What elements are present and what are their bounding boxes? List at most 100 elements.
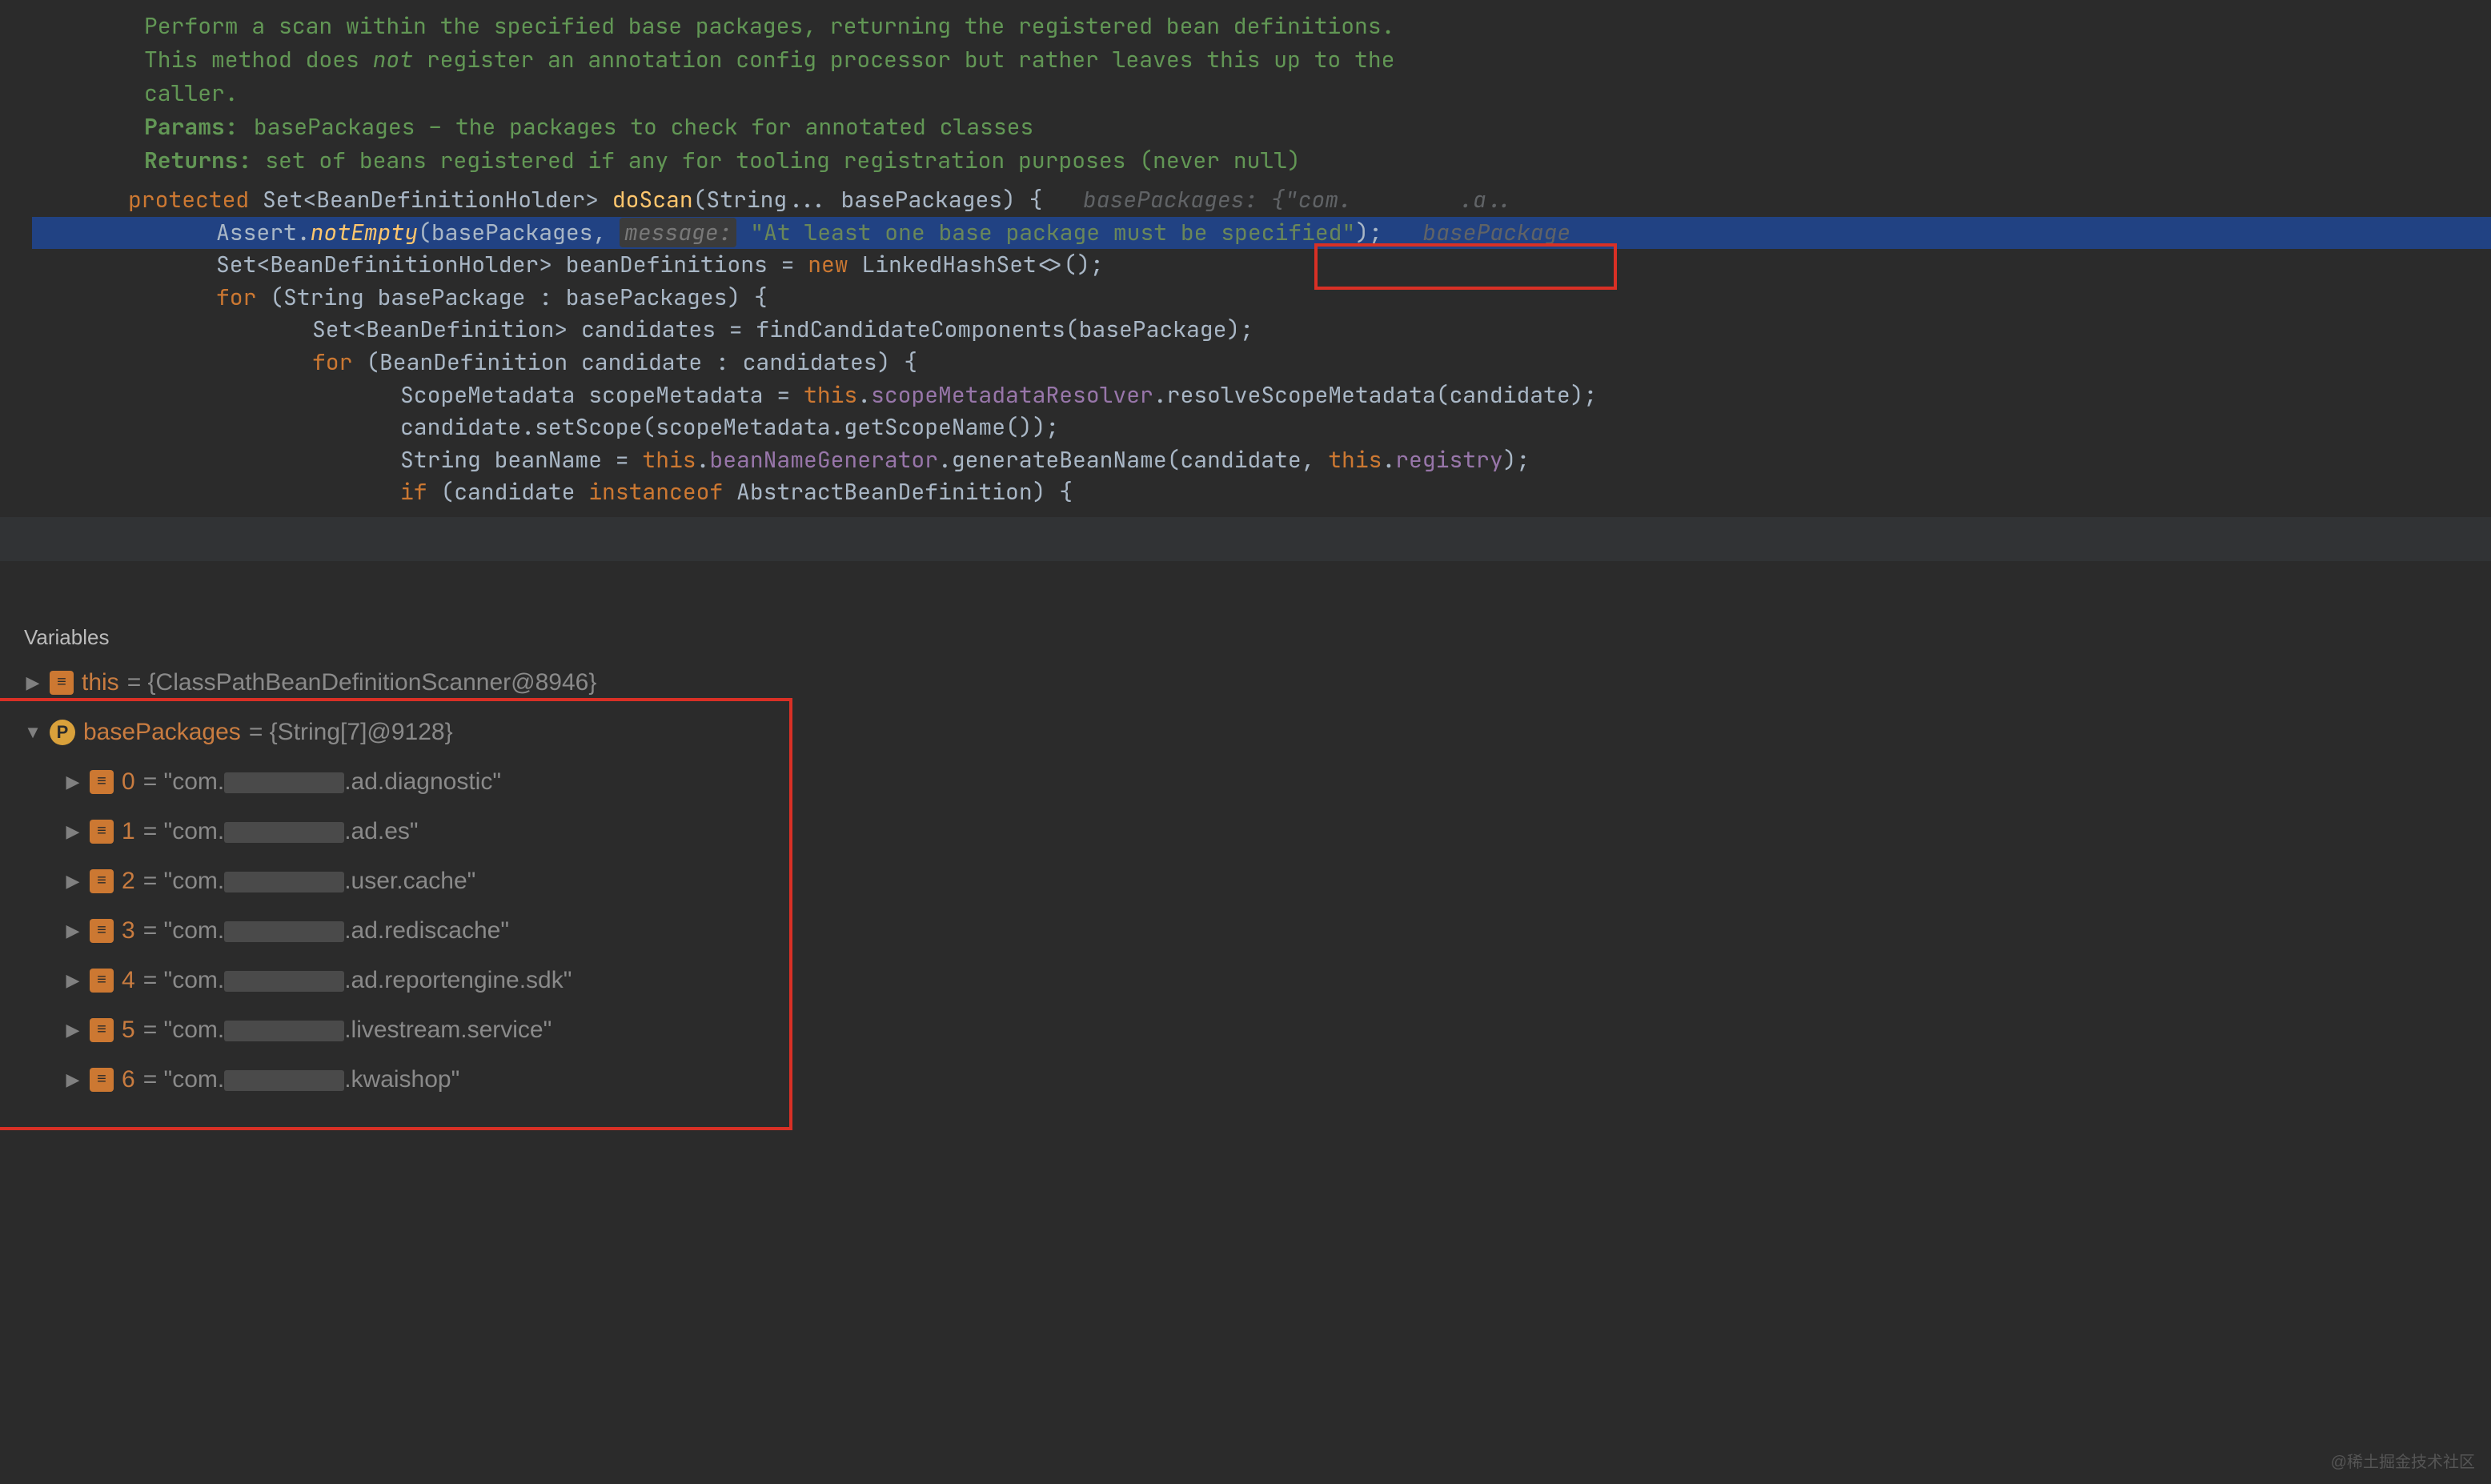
text: . bbox=[1382, 445, 1395, 475]
text: candidate.setScope(scopeMetadata.getScop… bbox=[400, 412, 1059, 442]
var-row-basepackages[interactable]: ▼ P basePackages = {String[7]@9128} bbox=[24, 708, 2467, 757]
object-icon: ≡ bbox=[90, 770, 114, 794]
code-line[interactable]: if (candidate instanceof AbstractBeanDef… bbox=[32, 476, 2491, 509]
param-icon: P bbox=[50, 720, 75, 745]
code-editor[interactable]: Perform a scan within the specified base… bbox=[0, 0, 2491, 509]
object-icon: ≡ bbox=[90, 969, 114, 993]
code-line[interactable]: String beanName = this.beanNameGenerator… bbox=[32, 444, 2491, 477]
var-index: 4 bbox=[122, 967, 135, 994]
object-icon: ≡ bbox=[90, 1018, 114, 1042]
kw: this bbox=[642, 445, 696, 475]
expand-icon[interactable]: ▶ bbox=[64, 772, 82, 792]
javadoc-returns: Returns: set of beans registered if any … bbox=[144, 144, 2491, 178]
object-icon: ≡ bbox=[90, 820, 114, 844]
method: notEmpty bbox=[311, 218, 418, 247]
text: .resolveScopeMetadata(candidate); bbox=[1153, 380, 1597, 410]
var-array-item[interactable]: ▶≡6 = "com..kwaishop" bbox=[24, 1055, 2467, 1105]
var-array-item[interactable]: ▶ ≡ 4 = "com..ad.reportengine.sdk" bbox=[24, 956, 2467, 1005]
var-value: = "com..ad.reportengine.sdk" bbox=[143, 967, 572, 994]
text: register an annotation config processor … bbox=[413, 45, 1394, 74]
var-array-item[interactable]: ▶ ≡ 0 = "com..ad.diagnostic" bbox=[24, 757, 2467, 807]
var-value: = {String[7]@9128} bbox=[249, 719, 453, 746]
code-line[interactable]: ScopeMetadata scopeMetadata = this.scope… bbox=[32, 379, 2491, 412]
code-line[interactable]: for (BeanDefinition candidate : candidat… bbox=[32, 347, 2491, 379]
kw: if bbox=[400, 477, 427, 507]
var-index: 0 bbox=[122, 768, 135, 796]
text: . bbox=[857, 380, 871, 410]
collapse-icon[interactable]: ▼ bbox=[24, 722, 42, 743]
code-line[interactable]: for (String basePackage : basePackages) … bbox=[32, 282, 2491, 315]
var-array-item[interactable]: ▶ ≡ 3 = "com..ad.rediscache" bbox=[24, 906, 2467, 956]
var-row-this[interactable]: ▶ ≡ this = {ClassPathBeanDefinitionScann… bbox=[24, 658, 2467, 708]
object-icon: ≡ bbox=[90, 919, 114, 943]
var-index: 2 bbox=[122, 868, 135, 895]
text: (String basePackage : basePackages) { bbox=[256, 283, 767, 312]
text: . bbox=[696, 445, 710, 475]
javadoc-line: caller. bbox=[144, 77, 2491, 110]
javadoc-params: Params: basePackages – the packages to c… bbox=[144, 110, 2491, 144]
javadoc-tag: Returns: bbox=[144, 144, 251, 178]
var-array-item[interactable]: ▶≡5 = "com..livestream.service" bbox=[24, 1005, 2467, 1055]
field: beanNameGenerator bbox=[709, 445, 938, 475]
param-name: basePackages bbox=[840, 185, 1002, 215]
kw: for bbox=[312, 347, 352, 377]
expand-icon[interactable]: ▶ bbox=[64, 821, 82, 842]
object-icon: ≡ bbox=[90, 1068, 114, 1092]
text: (BeanDefinition candidate : candidates) … bbox=[352, 347, 917, 377]
text: ); bbox=[1355, 218, 1422, 247]
object-icon: ≡ bbox=[50, 671, 74, 695]
method-signature[interactable]: protected Set<BeanDefinitionHolder> doSc… bbox=[32, 184, 2491, 217]
var-value: = "com..ad.es" bbox=[143, 818, 419, 845]
text: (String... bbox=[693, 185, 841, 215]
text: ScopeMetadata scopeMetadata = bbox=[400, 380, 804, 410]
var-value: = "com..kwaishop" bbox=[143, 1066, 460, 1093]
field: scopeMetadataResolver bbox=[871, 380, 1153, 410]
expand-icon[interactable]: ▶ bbox=[64, 1069, 82, 1090]
expand-icon[interactable]: ▶ bbox=[64, 970, 82, 991]
divider-bar bbox=[0, 517, 2491, 561]
debug-variables-tree[interactable]: ▶ ≡ this = {ClassPathBeanDefinitionScann… bbox=[0, 658, 2491, 1105]
text: set of beans registered if any for tooli… bbox=[265, 146, 1301, 175]
kw: new bbox=[808, 250, 848, 279]
code-line[interactable]: candidate.setScope(scopeMetadata.getScop… bbox=[32, 411, 2491, 444]
text: Assert. bbox=[216, 218, 311, 247]
text: Set<BeanDefinitionHolder> beanDefinition… bbox=[216, 250, 808, 279]
kw: for bbox=[216, 283, 256, 312]
expand-icon[interactable]: ▶ bbox=[64, 1020, 82, 1041]
spacer bbox=[0, 561, 2491, 609]
text: ) { bbox=[1002, 185, 1083, 215]
inlay-hint: basePackages: {"com. .a.. bbox=[1083, 185, 1514, 215]
var-array-item[interactable]: ▶≡2 = "com..user.cache" bbox=[24, 856, 2467, 906]
javadoc-tag: Params: bbox=[144, 110, 240, 144]
inlay-hint: basePackage bbox=[1422, 218, 1570, 247]
text: Set<BeanDefinition> candidates = findCan… bbox=[312, 315, 1254, 344]
code-line-selected[interactable]: Assert.notEmpty(basePackages, message: "… bbox=[32, 217, 2491, 250]
string: "At least one base package must be speci… bbox=[750, 218, 1355, 247]
var-value: = {ClassPathBeanDefinitionScanner@8946} bbox=[127, 669, 597, 696]
var-index: 3 bbox=[122, 917, 135, 945]
code-block[interactable]: protected Set<BeanDefinitionHolder> doSc… bbox=[32, 184, 2491, 509]
type: Set<BeanDefinitionHolder> bbox=[249, 185, 612, 215]
var-value: = "com..ad.rediscache" bbox=[143, 917, 509, 945]
debug-variables-title: Variables bbox=[0, 609, 2491, 658]
expand-icon[interactable]: ▶ bbox=[64, 871, 82, 892]
code-line[interactable]: Set<BeanDefinitionHolder> beanDefinition… bbox=[32, 249, 2491, 282]
kw: instanceof bbox=[588, 477, 723, 507]
code-line[interactable]: Set<BeanDefinition> candidates = findCan… bbox=[32, 314, 2491, 347]
text: .generateBeanName(candidate, bbox=[938, 445, 1328, 475]
var-array-item[interactable]: ▶ ≡ 1 = "com..ad.es" bbox=[24, 807, 2467, 856]
var-value: = "com..ad.diagnostic" bbox=[143, 768, 501, 796]
var-name: this bbox=[82, 669, 119, 696]
var-index: 1 bbox=[122, 818, 135, 845]
expand-icon[interactable]: ▶ bbox=[64, 920, 82, 941]
text: LinkedHashSet<>(); bbox=[848, 250, 1104, 279]
object-icon: ≡ bbox=[90, 869, 114, 893]
text: (candidate bbox=[427, 477, 589, 507]
javadoc-line: This method does not register an annotat… bbox=[144, 43, 2491, 77]
text: basePackages – the packages to check for… bbox=[254, 112, 1033, 142]
kw: protected bbox=[128, 185, 249, 215]
javadoc-line: Perform a scan within the specified base… bbox=[144, 10, 2491, 43]
expand-icon[interactable]: ▶ bbox=[24, 672, 42, 693]
text: (basePackages, bbox=[418, 218, 620, 247]
text: ); bbox=[1503, 445, 1530, 475]
